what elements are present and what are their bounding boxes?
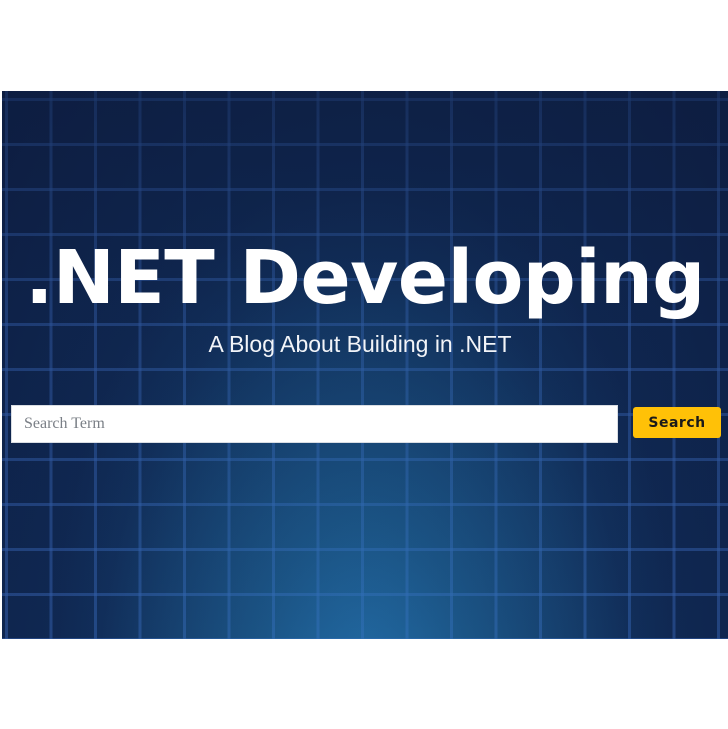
background-fade xyxy=(2,91,728,639)
search-button[interactable]: Search xyxy=(633,407,721,438)
hero-banner: .NET Developing A Blog About Building in… xyxy=(2,91,728,639)
search-input[interactable] xyxy=(11,405,618,443)
site-tagline: A Blog About Building in .NET xyxy=(208,331,512,357)
site-title: .NET Developing xyxy=(25,235,705,321)
